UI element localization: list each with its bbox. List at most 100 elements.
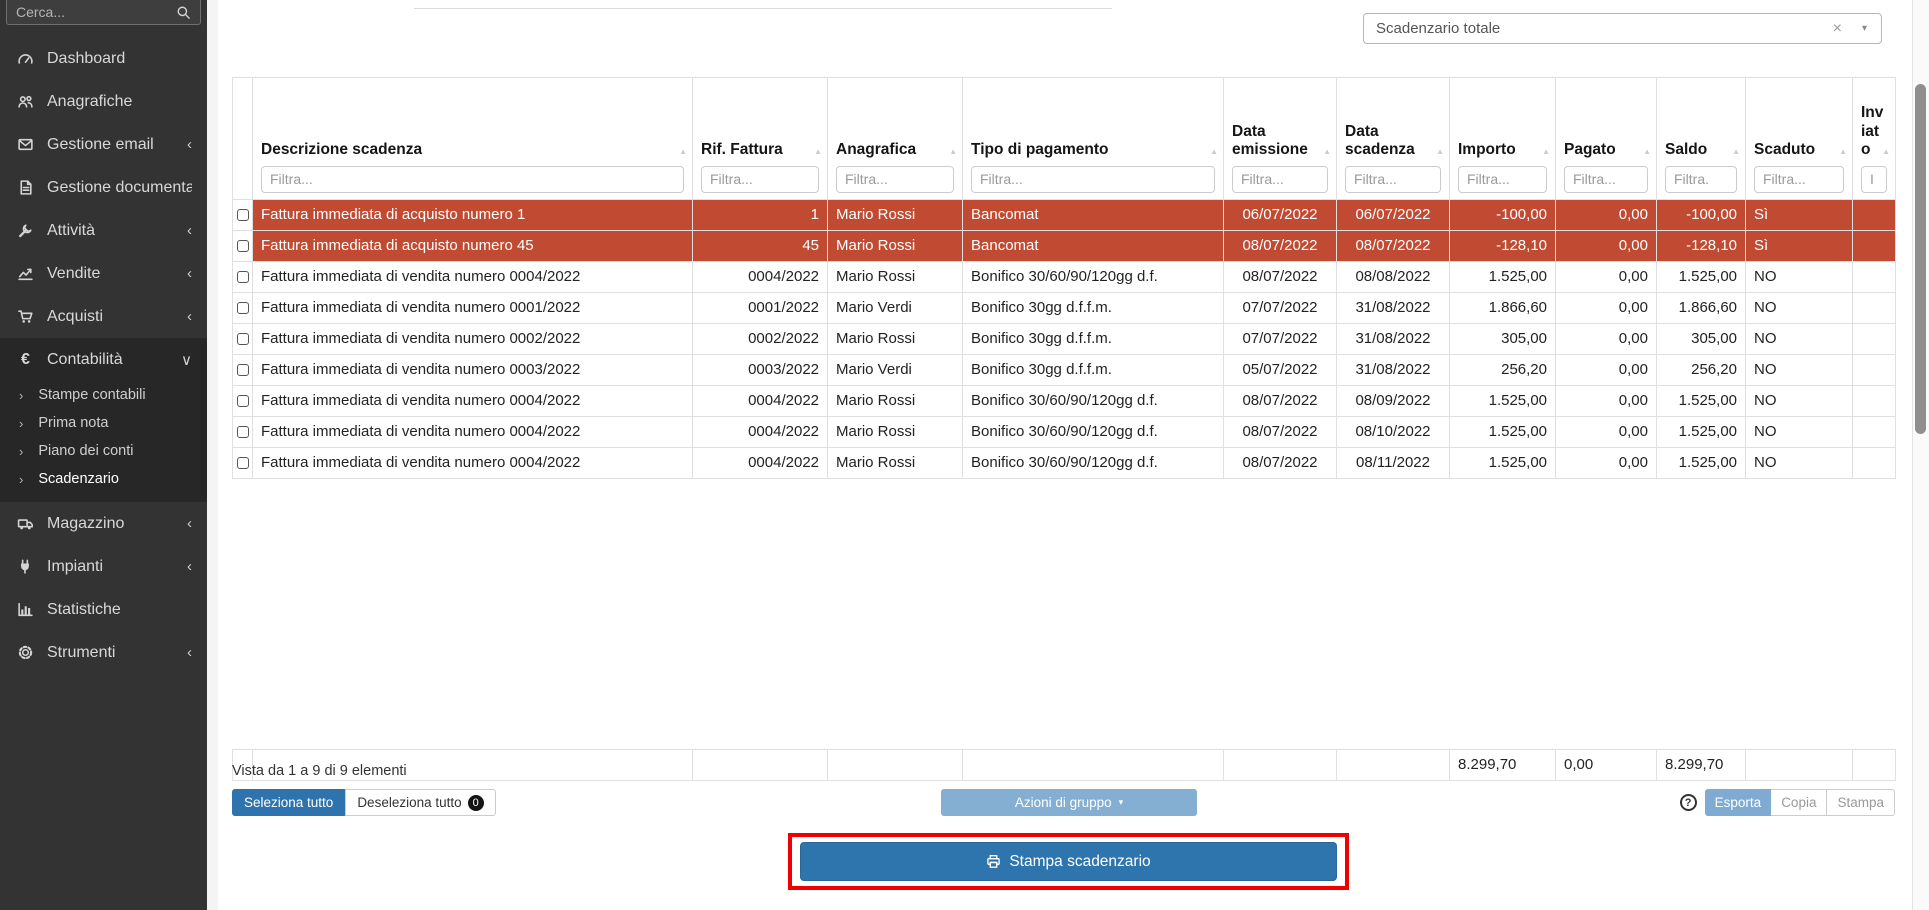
cell-pagato: 0,00 xyxy=(1556,354,1657,385)
clear-selection-icon[interactable]: × xyxy=(1833,21,1842,37)
sort-icon[interactable]: ▲ xyxy=(1732,147,1740,157)
filter-input-inviato[interactable] xyxy=(1861,166,1887,193)
export-button[interactable]: Esporta xyxy=(1705,789,1772,816)
sort-icon[interactable]: ▲ xyxy=(1542,147,1550,157)
select-all-button[interactable]: Seleziona tutto xyxy=(232,789,345,816)
filter-input-data_scadenza[interactable] xyxy=(1345,166,1441,193)
cell-data_scadenza: 31/08/2022 xyxy=(1337,354,1450,385)
sidebar-item-statistiche[interactable]: Statistiche xyxy=(0,588,207,631)
row-checkbox[interactable] xyxy=(237,271,249,283)
filter-input-pagato[interactable] xyxy=(1564,166,1648,193)
deselect-all-button[interactable]: Deseleziona tutto 0 xyxy=(345,789,495,816)
column-header-desc[interactable]: Descrizione scadenza▲ xyxy=(253,78,693,200)
row-checkbox[interactable] xyxy=(237,240,249,252)
cell-data_emissione: 07/07/2022 xyxy=(1224,292,1337,323)
column-header-anagrafica[interactable]: Anagrafica ▲ xyxy=(828,78,963,200)
cell-scaduto: NO xyxy=(1746,385,1853,416)
sidebar-subitem-piano-dei-conti[interactable]: › Piano dei conti xyxy=(0,437,207,465)
filter-input-rif[interactable] xyxy=(701,166,819,193)
row-checkbox[interactable] xyxy=(237,457,249,469)
chevron-left-icon: ‹ xyxy=(181,558,192,575)
cell-desc: Fattura immediata di acquisto numero 1 xyxy=(253,199,693,230)
sidebar-item-acquisti[interactable]: Acquisti ‹ xyxy=(0,295,207,338)
table-row: Fattura immediata di vendita numero 0004… xyxy=(233,416,1896,447)
group-actions-button[interactable]: Azioni di gruppo ▾ xyxy=(941,789,1197,816)
row-checkbox[interactable] xyxy=(237,333,249,345)
column-header-saldo[interactable]: Saldo▲ xyxy=(1657,78,1746,200)
wrench-icon xyxy=(15,222,36,239)
row-checkbox[interactable] xyxy=(237,209,249,221)
chevron-left-icon: ‹ xyxy=(181,644,192,661)
print-schedule-button[interactable]: Stampa scadenzario xyxy=(800,842,1337,881)
cell-desc: Fattura immediata di vendita numero 0003… xyxy=(253,354,693,385)
filter-input-anagrafica[interactable] xyxy=(836,166,954,193)
column-header-pagato[interactable]: Pagato▲ xyxy=(1556,78,1657,200)
cell-rif: 45 xyxy=(693,230,828,261)
column-header-scaduto[interactable]: Scaduto▲ xyxy=(1746,78,1853,200)
sidebar-item-strumenti[interactable]: Strumenti ‹ xyxy=(0,631,207,674)
column-header-tipo[interactable]: Tipo di pagamento ▲ xyxy=(963,78,1224,200)
table-row: Fattura immediata di acquisto numero 11M… xyxy=(233,199,1896,230)
sidebar-subitem-scadenzario[interactable]: › Scadenzario xyxy=(0,465,207,493)
sidebar-item-dashboard[interactable]: Dashboard xyxy=(0,37,207,80)
cell-pagato: 0,00 xyxy=(1556,292,1657,323)
print-button[interactable]: Stampa xyxy=(1827,789,1895,816)
row-checkbox[interactable] xyxy=(237,364,249,376)
sidebar-item-vendite[interactable]: Vendite ‹ xyxy=(0,252,207,295)
filter-input-importo[interactable] xyxy=(1458,166,1547,193)
column-header-data_emissione[interactable]: Data emissione▲ xyxy=(1224,78,1337,200)
sort-icon[interactable]: ▲ xyxy=(1436,147,1444,157)
cell-check xyxy=(233,416,253,447)
sort-icon[interactable]: ▲ xyxy=(1643,147,1651,157)
cell-inviato xyxy=(1853,261,1896,292)
sidebar-item-magazzino[interactable]: Magazzino ‹ xyxy=(0,502,207,545)
filter-input-data_emissione[interactable] xyxy=(1232,166,1328,193)
search-icon[interactable] xyxy=(176,5,191,20)
sort-icon[interactable]: ▲ xyxy=(814,147,822,157)
row-checkbox[interactable] xyxy=(237,302,249,314)
table-row: Fattura immediata di vendita numero 0003… xyxy=(233,354,1896,385)
help-icon[interactable]: ? xyxy=(1680,794,1697,811)
sort-icon[interactable]: ▲ xyxy=(1210,147,1218,157)
chevron-left-icon: ‹ xyxy=(181,222,192,239)
sidebar-item-contabilita[interactable]: € Contabilità ∨ xyxy=(0,338,207,381)
row-checkbox[interactable] xyxy=(237,426,249,438)
sort-icon[interactable]: ▲ xyxy=(949,147,957,157)
column-header-inviato[interactable]: Inviato▲ xyxy=(1853,78,1896,200)
filter-input-saldo[interactable] xyxy=(1665,166,1737,193)
vertical-scrollbar[interactable] xyxy=(1912,0,1929,910)
sort-icon[interactable]: ▲ xyxy=(1839,147,1847,157)
copy-button[interactable]: Copia xyxy=(1771,789,1827,816)
sidebar-item-gestione-email[interactable]: Gestione email ‹ xyxy=(0,123,207,166)
sidebar-item-label: Gestione email xyxy=(47,136,154,154)
column-header-importo[interactable]: Importo▲ xyxy=(1450,78,1556,200)
header-label: Anagrafica xyxy=(836,141,916,158)
cell-rif: 0002/2022 xyxy=(693,323,828,354)
sidebar-subitem-stampe-contabili[interactable]: › Stampe contabili xyxy=(0,381,207,409)
scrollbar-thumb[interactable] xyxy=(1915,84,1926,434)
row-checkbox[interactable] xyxy=(237,395,249,407)
cell-data_emissione: 06/07/2022 xyxy=(1224,199,1337,230)
search-input[interactable] xyxy=(16,4,176,20)
scadenzario-type-select[interactable]: Scadenzario totale × ▾ xyxy=(1363,13,1882,44)
filter-input-desc[interactable] xyxy=(261,166,684,193)
select-caret-icon[interactable]: ▾ xyxy=(1862,23,1867,34)
sort-icon[interactable]: ▲ xyxy=(1323,147,1331,157)
filter-input-scaduto[interactable] xyxy=(1754,166,1844,193)
sidebar-subitem-prima-nota[interactable]: › Prima nota xyxy=(0,409,207,437)
column-header-data_scadenza[interactable]: Data scadenza▲ xyxy=(1337,78,1450,200)
header-label: Tipo di pagamento xyxy=(971,141,1109,158)
sidebar-item-label: Strumenti xyxy=(47,644,115,662)
sort-icon[interactable]: ▲ xyxy=(1882,147,1890,157)
filter-input-tipo[interactable] xyxy=(971,166,1215,193)
cell-rif: 0004/2022 xyxy=(693,261,828,292)
sort-icon[interactable]: ▲ xyxy=(679,147,687,157)
sidebar-item-gestione-documentale[interactable]: Gestione documentale xyxy=(0,166,207,209)
sidebar-item-anagrafiche[interactable]: Anagrafiche xyxy=(0,80,207,123)
column-header-rif[interactable]: Rif. Fattura▲ xyxy=(693,78,828,200)
cell-importo: 1.525,00 xyxy=(1450,416,1556,447)
total-pagato: 0,00 xyxy=(1556,749,1657,780)
cell-data_scadenza: 08/08/2022 xyxy=(1337,261,1450,292)
sidebar-item-attivita[interactable]: Attività ‹ xyxy=(0,209,207,252)
sidebar-item-impianti[interactable]: Impianti ‹ xyxy=(0,545,207,588)
